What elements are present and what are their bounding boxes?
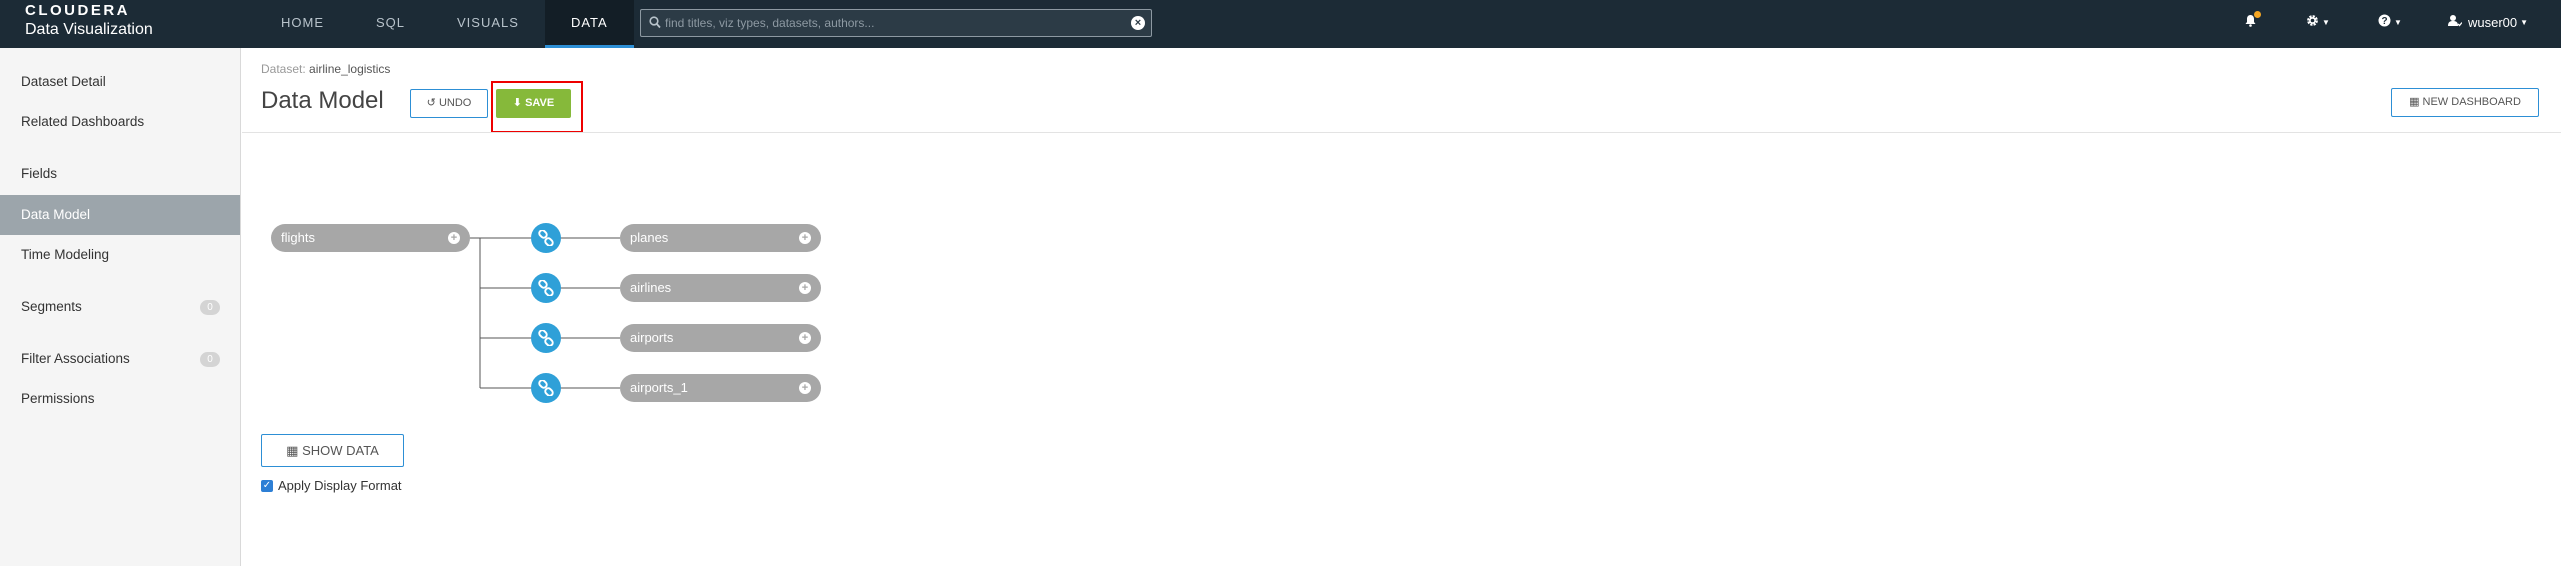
show-data-button[interactable]: ▦ SHOW DATA [261,434,404,467]
table-icon: ▦ [286,443,299,458]
user-name: wuser00 [2468,15,2518,30]
new-dashboard-label: NEW DASHBOARD [2422,96,2521,108]
join-icon[interactable] [531,223,561,253]
settings-gear-icon[interactable]: ▼ [2306,14,2330,30]
table-name: planes [630,230,669,245]
table-node-airlines[interactable]: airlines + [620,274,821,302]
join-icon[interactable] [531,373,561,403]
add-join-icon[interactable]: + [448,232,460,244]
clear-search-icon[interactable]: × [1131,16,1145,30]
join-icon[interactable] [531,273,561,303]
add-join-icon[interactable]: + [799,332,811,344]
new-dashboard-button[interactable]: ▦ NEW DASHBOARD [2391,88,2539,117]
user-icon[interactable] [2448,14,2463,30]
add-join-icon[interactable]: + [799,232,811,244]
table-name: airports_1 [630,380,688,395]
apply-display-format-label[interactable]: Apply Display Format [278,478,402,493]
table-node-flights[interactable]: flights + [271,224,470,252]
dashboard-icon: ▦ [2409,96,2420,108]
show-data-label: SHOW DATA [302,443,379,458]
table-name: flights [281,230,315,245]
table-name: airports [630,330,674,345]
notifications-bell-icon[interactable] [2244,11,2261,30]
add-join-icon[interactable]: + [799,282,811,294]
join-connector-lines [468,237,620,389]
svg-text:?: ? [2381,16,2387,27]
add-join-icon[interactable]: + [799,382,811,394]
apply-display-format: ✓ Apply Display Format [261,478,402,493]
table-node-planes[interactable]: planes + [620,224,821,252]
table-node-airports-1[interactable]: airports_1 + [620,374,821,402]
user-menu[interactable]: wuser00 ▼ [2468,15,2528,30]
help-icon[interactable]: ? ▼ [2378,14,2402,30]
table-name: airlines [630,280,672,295]
apply-display-format-checkbox[interactable]: ✓ [261,479,273,492]
notification-dot [2254,11,2261,18]
join-icon[interactable] [531,323,561,353]
table-node-airports[interactable]: airports + [620,324,821,352]
